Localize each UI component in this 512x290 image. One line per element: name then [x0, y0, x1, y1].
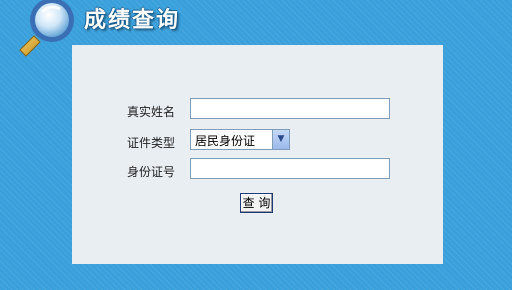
query-form: 真实姓名 证件类型 居民身份证 ▼ 身份证号 查 询 — [72, 45, 443, 264]
id-type-row: 证件类型 居民身份证 ▼ — [72, 129, 443, 153]
name-row: 真实姓名 — [72, 98, 443, 122]
query-button[interactable]: 查 询 — [240, 193, 273, 213]
name-label: 真实姓名 — [126, 105, 175, 119]
id-type-label: 证件类型 — [126, 136, 175, 150]
chevron-down-icon[interactable]: ▼ — [272, 130, 289, 149]
id-type-select[interactable]: 居民身份证 ▼ — [190, 129, 290, 150]
name-input[interactable] — [190, 98, 390, 119]
id-number-row: 身份证号 — [72, 158, 443, 182]
header: 成绩查询 — [0, 0, 512, 57]
magnifier-icon — [19, 0, 74, 57]
page-title: 成绩查询 — [84, 8, 181, 33]
id-number-input[interactable] — [190, 158, 390, 179]
id-type-selected: 居民身份证 — [195, 134, 256, 148]
id-number-label: 身份证号 — [126, 165, 175, 179]
